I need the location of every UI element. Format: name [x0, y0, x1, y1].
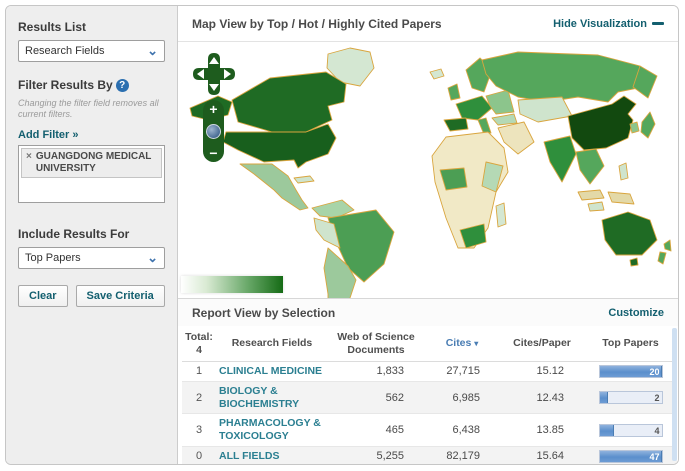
- field-link[interactable]: CLINICAL MEDICINE: [219, 365, 322, 377]
- filter-tag: × GUANGDONG MEDICAL UNIVERSITY: [21, 148, 162, 178]
- remove-filter-icon[interactable]: ×: [26, 151, 32, 175]
- top-papers-bar[interactable]: 2: [599, 391, 663, 404]
- column-top-papers: Top Papers: [584, 326, 677, 362]
- top-papers-cell: 2: [584, 382, 677, 414]
- cites-per-paper-value: 15.64: [500, 446, 584, 465]
- map-title: Map View by Top / Hot / Highly Cited Pap…: [192, 17, 442, 31]
- filter-results-heading: Filter Results By?: [18, 78, 165, 92]
- top-papers-bar-fill: [600, 392, 608, 403]
- help-icon[interactable]: ?: [116, 79, 129, 92]
- row-rank: 0: [182, 446, 216, 465]
- wos-documents-value: 5,255: [328, 446, 424, 465]
- table-row: 3PHARMACOLOGY & TOXICOLOGY 4656,43813.85 4: [182, 414, 677, 446]
- research-field-link: ALL FIELDS: [216, 446, 328, 465]
- results-table: Total: 4 Research Fields Web of Science …: [182, 326, 677, 465]
- row-rank: 1: [182, 362, 216, 382]
- table-row: 2BIOLOGY & BIOCHEMISTRY5626,98512.432: [182, 382, 677, 414]
- top-papers-cell: 20: [584, 362, 677, 382]
- row-rank: 3: [182, 414, 216, 446]
- table-row: 0ALL FIELDS 5,25582,17915.64 47: [182, 446, 677, 465]
- filter-note: Changing the filter field removes all cu…: [18, 98, 165, 121]
- minus-icon: [652, 22, 664, 25]
- zoom-out-button[interactable]: −: [209, 147, 217, 159]
- column-cites-sort[interactable]: Cites ▾: [424, 326, 500, 362]
- total-header: Total: 4: [182, 326, 216, 362]
- map-pan-control[interactable]: [192, 52, 236, 96]
- results-table-section: Total: 4 Research Fields Web of Science …: [178, 326, 678, 465]
- top-papers-cell: 47: [584, 446, 677, 465]
- top-papers-value: 20: [649, 366, 659, 379]
- filter-tag-label: GUANGDONG MEDICAL UNIVERSITY: [36, 151, 157, 175]
- field-link[interactable]: ALL FIELDS: [219, 450, 279, 462]
- research-field-link: PHARMACOLOGY & TOXICOLOGY: [216, 414, 328, 446]
- results-list-value: Research Fields: [25, 45, 104, 57]
- column-cites-per-paper: Cites/Paper: [500, 326, 584, 362]
- map-header: Map View by Top / Hot / Highly Cited Pap…: [178, 6, 678, 42]
- research-field-link: BIOLOGY & BIOCHEMISTRY: [216, 382, 328, 414]
- clear-button[interactable]: Clear: [18, 285, 68, 307]
- results-list-heading: Results List: [18, 20, 165, 34]
- wos-documents-value: 465: [328, 414, 424, 446]
- map-zoom-control: + −: [203, 100, 224, 162]
- report-title: Report View by Selection: [192, 306, 335, 320]
- wos-documents-value: 1,833: [328, 362, 424, 382]
- save-criteria-button[interactable]: Save Criteria: [76, 285, 165, 307]
- column-wos-documents: Web of Science Documents: [328, 326, 424, 362]
- main-panel: Map View by Top / Hot / Highly Cited Pap…: [178, 6, 678, 464]
- cites-per-paper-value: 12.43: [500, 382, 584, 414]
- cites-value: 27,715: [424, 362, 500, 382]
- top-papers-value: 4: [654, 425, 659, 438]
- table-row: 1CLINICAL MEDICINE 1,83327,71515.12 20: [182, 362, 677, 382]
- field-link[interactable]: BIOLOGY & BIOCHEMISTRY: [219, 385, 299, 410]
- add-filter-link[interactable]: Add Filter »: [18, 129, 79, 141]
- top-papers-bar[interactable]: 47: [599, 450, 663, 463]
- top-papers-bar[interactable]: 4: [599, 424, 663, 437]
- globe-icon[interactable]: [206, 124, 221, 139]
- column-research-fields: Research Fields: [216, 326, 328, 362]
- top-papers-bar-fill: [600, 425, 614, 436]
- filter-list: × GUANGDONG MEDICAL UNIVERSITY: [18, 145, 165, 203]
- sort-desc-icon: ▾: [474, 339, 478, 348]
- cites-per-paper-value: 15.12: [500, 362, 584, 382]
- map-color-legend: [181, 276, 283, 293]
- cites-per-paper-value: 13.85: [500, 414, 584, 446]
- sidebar: Results List Research Fields ⌄ Filter Re…: [6, 6, 178, 464]
- customize-link[interactable]: Customize: [608, 307, 664, 319]
- field-link[interactable]: PHARMACOLOGY & TOXICOLOGY: [219, 417, 321, 442]
- app-window: Results List Research Fields ⌄ Filter Re…: [5, 5, 679, 465]
- wos-documents-value: 562: [328, 382, 424, 414]
- top-papers-value: 2: [654, 392, 659, 405]
- world-map[interactable]: + −: [178, 42, 678, 298]
- zoom-in-button[interactable]: +: [209, 103, 217, 115]
- top-papers-cell: 4: [584, 414, 677, 446]
- research-field-link: CLINICAL MEDICINE: [216, 362, 328, 382]
- report-header: Report View by Selection Customize: [178, 298, 678, 326]
- chevron-down-icon: ⌄: [147, 46, 158, 56]
- results-list-select[interactable]: Research Fields ⌄: [18, 40, 165, 62]
- cites-value: 6,438: [424, 414, 500, 446]
- hide-visualization-link[interactable]: Hide Visualization: [553, 18, 664, 30]
- choropleth-map[interactable]: [178, 42, 678, 298]
- chevron-down-icon: ⌄: [147, 253, 158, 263]
- include-results-heading: Include Results For: [18, 227, 165, 241]
- include-results-value: Top Papers: [25, 252, 81, 264]
- top-papers-bar[interactable]: 20: [599, 365, 663, 378]
- cites-value: 82,179: [424, 446, 500, 465]
- vertical-scrollbar[interactable]: [672, 328, 677, 461]
- cites-value: 6,985: [424, 382, 500, 414]
- top-papers-value: 47: [649, 451, 659, 464]
- row-rank: 2: [182, 382, 216, 414]
- include-results-select[interactable]: Top Papers ⌄: [18, 247, 165, 269]
